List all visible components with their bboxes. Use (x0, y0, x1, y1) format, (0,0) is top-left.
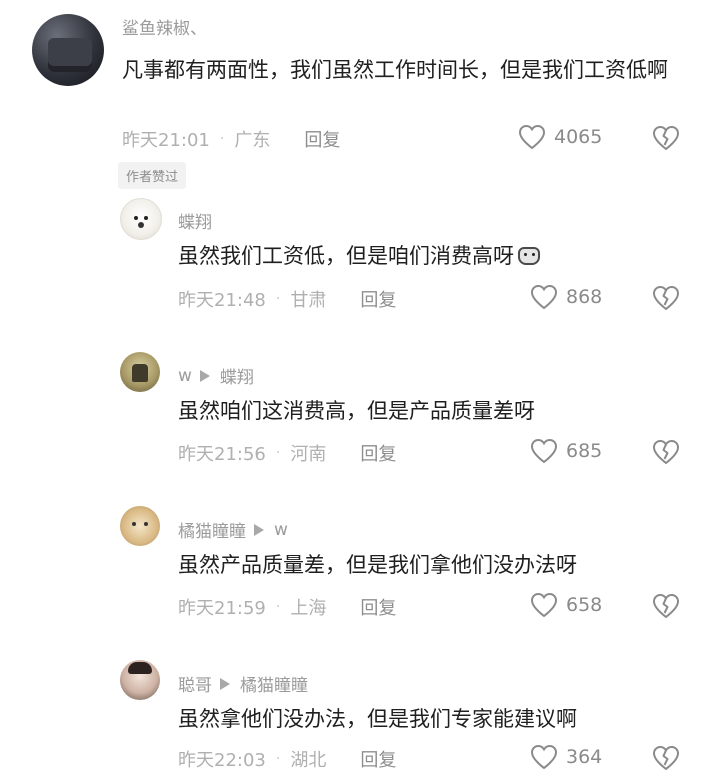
like-button[interactable]: 364 (530, 744, 602, 770)
reply-button[interactable]: 回复 (360, 286, 396, 312)
meta-separator: · (275, 445, 281, 461)
reply-to-username[interactable]: 蝶翔 (220, 363, 254, 388)
broken-heart-icon (652, 745, 680, 771)
play-arrow-icon (254, 523, 264, 536)
reply-content: 虽然我们工资低，但是咱们消费高呀 (178, 238, 678, 274)
like-button[interactable]: 868 (530, 284, 602, 310)
reply-username[interactable]: w (178, 366, 192, 386)
reply-location: 河南 (290, 444, 327, 465)
reply-to-username[interactable]: 橘猫瞳瞳 (240, 671, 308, 696)
reply-username-row: 聪哥 橘猫瞳瞳 (178, 671, 308, 696)
reply-time: 昨天21:59 (178, 598, 266, 619)
like-button[interactable]: 685 (530, 438, 602, 464)
reply-location: 上海 (290, 598, 327, 619)
comment-username[interactable]: 鲨鱼辣椒、 (122, 14, 207, 39)
play-arrow-icon (220, 677, 230, 690)
reply-username[interactable]: 蝶翔 (178, 208, 212, 233)
reply-meta: 昨天22:03 · 湖北 回复 (178, 746, 396, 772)
meta-separator: · (219, 131, 225, 147)
reply-username-row: w 蝶翔 (178, 363, 254, 389)
dislike-button[interactable] (652, 745, 680, 775)
comment-meta: 昨天21:01 · 广东 回复 (122, 126, 340, 152)
avatar[interactable] (120, 198, 162, 240)
reply-content: 虽然产品质量差，但是我们拿他们没办法呀 (178, 553, 577, 577)
reply-location: 甘肃 (290, 290, 327, 311)
reply-text: 虽然我们工资低，但是咱们消费高呀 (178, 244, 514, 268)
reply-to-username[interactable]: w (274, 520, 288, 540)
play-arrow-icon (199, 369, 210, 382)
like-button[interactable]: 4065 (518, 124, 602, 150)
heart-outline-icon (530, 284, 558, 310)
like-count: 685 (566, 440, 603, 462)
heart-outline-icon (530, 744, 558, 770)
broken-heart-icon (652, 439, 680, 465)
reply-username-row: 橘猫瞳瞳 w (178, 517, 288, 543)
meta-separator: · (275, 291, 281, 307)
broken-heart-icon (652, 125, 680, 151)
dislike-button[interactable] (652, 125, 680, 155)
like-button[interactable]: 658 (530, 592, 602, 618)
reply-button[interactable]: 回复 (360, 440, 396, 466)
avatar[interactable] (120, 660, 160, 700)
reply-meta: 昨天21:48 · 甘肃 回复 (178, 286, 396, 312)
like-count: 364 (566, 746, 603, 768)
reply-time: 昨天21:48 (178, 290, 266, 311)
reply-content: 虽然拿他们没办法，但是我们专家能建议啊 (178, 707, 577, 731)
meta-separator: · (275, 599, 281, 615)
comment-location: 广东 (234, 130, 271, 151)
reply-button[interactable]: 回复 (360, 746, 396, 772)
reply-username-row: 蝶翔 (178, 208, 212, 233)
heart-outline-icon (530, 438, 558, 464)
like-count: 868 (566, 286, 603, 308)
broken-heart-icon (652, 593, 680, 619)
reply-username[interactable]: 聪哥 (178, 671, 212, 696)
cat-face-emoji-icon (516, 243, 542, 267)
reply-meta: 昨天21:56 · 河南 回复 (178, 440, 396, 466)
avatar[interactable] (120, 506, 160, 546)
reply-meta: 昨天21:59 · 上海 回复 (178, 594, 396, 620)
reply-time: 昨天21:56 (178, 444, 266, 465)
reply-location: 湖北 (290, 750, 327, 771)
dislike-button[interactable] (652, 593, 680, 623)
like-count: 658 (566, 594, 603, 616)
meta-separator: · (275, 751, 281, 767)
comment-time: 昨天21:01 (122, 130, 210, 151)
dislike-button[interactable] (652, 439, 680, 469)
reply-content: 虽然咱们这消费高，但是产品质量差呀 (178, 399, 535, 423)
avatar[interactable] (120, 352, 160, 392)
comment-content: 凡事都有两面性，我们虽然工作时间长，但是我们工资低啊 (122, 58, 668, 82)
reply-username[interactable]: 橘猫瞳瞳 (178, 517, 246, 542)
reply-button[interactable]: 回复 (360, 594, 396, 620)
reply-time: 昨天22:03 (178, 750, 266, 771)
heart-outline-icon (518, 124, 546, 150)
dislike-button[interactable] (652, 285, 680, 315)
avatar[interactable] (32, 14, 104, 86)
broken-heart-icon (652, 285, 680, 311)
author-liked-badge: 作者赞过 (118, 162, 187, 189)
like-count: 4065 (554, 126, 603, 148)
heart-outline-icon (530, 592, 558, 618)
reply-button[interactable]: 回复 (304, 126, 340, 152)
